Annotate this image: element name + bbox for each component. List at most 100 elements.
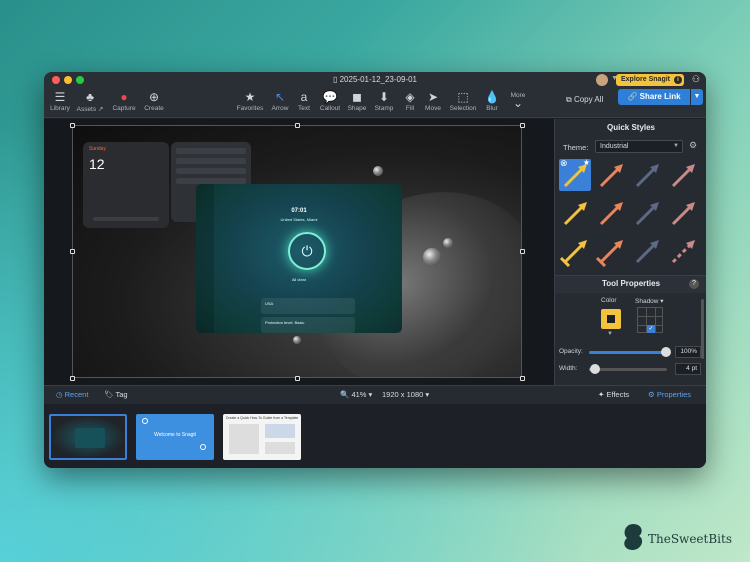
capture-button[interactable]: ● Capture <box>109 90 139 112</box>
opacity-field[interactable]: 100% <box>675 346 701 358</box>
recent-captures-tray: Welcome to Snagit Create a Quick How-To … <box>44 404 706 468</box>
theme-select[interactable]: Industrial ▼ <box>595 140 683 153</box>
copy-icon: ⧉ <box>566 95 574 104</box>
resize-handle[interactable] <box>520 376 525 381</box>
editor-canvas[interactable]: Sunday 12 07:01 United States, Miami ⏻ A… <box>44 119 554 385</box>
thumb-guide[interactable]: Create a Quick How-To Guide from a Templ… <box>223 414 301 460</box>
effects-button[interactable]: ✦ Effects <box>598 390 629 399</box>
widget-bar <box>93 217 159 221</box>
watermark-text: TheSweetBits <box>648 532 732 546</box>
vpn-sidebar <box>196 184 214 333</box>
capture-image[interactable]: Sunday 12 07:01 United States, Miami ⏻ A… <box>72 125 522 378</box>
favorite-style-icon[interactable]: ★ <box>583 159 590 167</box>
quick-styles-grid: ⊗ ★ <box>559 159 699 275</box>
quick-style-swatch[interactable] <box>595 159 627 191</box>
resize-handle[interactable] <box>520 123 525 128</box>
callout-tool[interactable]: 💬 Callout <box>315 90 345 112</box>
vpn-protection-card: Protection level: Basic <box>261 317 355 333</box>
water-drop <box>423 248 441 266</box>
title-bar: ▯ 2025-01-12_23-09-01 ▼ Explore Snagit i… <box>44 72 706 88</box>
color-swatch[interactable] <box>601 309 621 329</box>
help-icon[interactable]: ? <box>689 279 699 289</box>
resize-handle[interactable] <box>295 376 300 381</box>
share-dropdown-button[interactable]: ▼ <box>691 89 703 105</box>
thumb-welcome[interactable]: Welcome to Snagit <box>136 414 214 460</box>
quick-style-swatch[interactable] <box>595 235 627 268</box>
quick-style-swatch[interactable] <box>631 197 663 229</box>
explore-snagit-button[interactable]: Explore Snagit i <box>615 74 684 86</box>
water-drop <box>373 166 383 176</box>
copy-all-button[interactable]: ⧉ Copy All <box>566 95 603 105</box>
panel-scrollbar[interactable] <box>701 299 704 359</box>
resize-handle[interactable] <box>70 123 75 128</box>
connect-icon[interactable]: ⚇ <box>692 74 700 85</box>
vpn-app-window: 07:01 United States, Miami ⏻ All clear U… <box>196 184 402 333</box>
favorites-tool[interactable]: ★ Favorites <box>235 90 265 112</box>
dimensions-control[interactable]: 1920 x 1080 ▾ <box>382 390 429 399</box>
assets-button[interactable]: ♣ Assets ↗ <box>75 90 105 113</box>
opacity-slider[interactable] <box>589 351 667 354</box>
quick-style-swatch[interactable] <box>667 197 699 229</box>
resize-handle[interactable] <box>295 123 300 128</box>
gear-icon: ⚙ <box>648 390 657 399</box>
clock-icon: ◷ <box>56 390 65 399</box>
width-field[interactable]: 4 pt <box>675 363 701 375</box>
properties-button[interactable]: ⚙ Properties <box>648 390 691 399</box>
library-icon: ☰ <box>54 90 66 104</box>
opacity-slider-handle[interactable] <box>661 347 671 357</box>
zoom-control[interactable]: 🔍 41% ▾ <box>340 390 372 399</box>
width-slider-handle[interactable] <box>590 364 601 374</box>
more-tools-button[interactable]: More ⌄ <box>503 90 533 109</box>
pointer-icon: ➤ <box>427 90 439 104</box>
main-toolbar: ☰ Library ♣ Assets ↗ ● Capture ⊕ Create … <box>44 88 706 118</box>
resize-handle[interactable] <box>70 249 75 254</box>
thesweetbits-logo <box>624 524 643 550</box>
share-link-button[interactable]: 🔗 Share Link <box>618 89 690 105</box>
plus-circle-icon: ⊕ <box>148 90 160 104</box>
tag-icon: 🏷 <box>104 390 116 399</box>
thumb-vpn-capture[interactable] <box>49 414 127 460</box>
create-button[interactable]: ⊕ Create <box>139 90 169 112</box>
gear-icon[interactable]: ⚙ <box>689 140 697 151</box>
quick-style-swatch[interactable]: ⊗ ★ <box>559 159 591 191</box>
selection-tool[interactable]: ⬚ Selection <box>448 90 478 112</box>
quick-style-swatch[interactable] <box>595 197 627 229</box>
shape-tool[interactable]: ◼ Shape <box>342 90 372 112</box>
quick-style-swatch[interactable] <box>631 235 663 267</box>
remove-style-icon[interactable]: ⊗ <box>560 159 568 169</box>
vpn-country-card: USA <box>261 298 355 314</box>
recent-button[interactable]: ◷ Recent <box>56 390 88 399</box>
move-tool[interactable]: ➤ Move <box>418 90 448 112</box>
properties-panel: Quick Styles Theme: Industrial ▼ ⚙ ⊗ ★ To… <box>554 119 706 385</box>
width-slider[interactable] <box>589 368 667 371</box>
quick-style-swatch[interactable] <box>559 197 591 229</box>
water-drop <box>293 336 301 344</box>
quick-style-swatch[interactable] <box>667 159 699 191</box>
water-drop <box>443 238 453 248</box>
resize-handle[interactable] <box>520 249 525 254</box>
quick-style-swatch[interactable] <box>631 159 663 191</box>
calendar-widget: Sunday 12 <box>83 142 169 228</box>
bottom-bar: ◷ Recent 🏷 Tag 🔍 41% ▾ 1920 x 1080 ▾ ✦ E… <box>44 385 706 404</box>
document-icon: ▯ <box>332 75 340 84</box>
link-icon: 🔗 <box>627 92 640 101</box>
tag-button[interactable]: 🏷 Tag <box>104 390 128 399</box>
snagit-editor-window: ▯ 2025-01-12_23-09-01 ▼ Explore Snagit i… <box>44 72 706 468</box>
chevron-down-icon[interactable]: ▼ <box>607 331 613 337</box>
callout-icon: 💬 <box>322 90 338 104</box>
account-avatar[interactable] <box>596 74 608 86</box>
quick-style-swatch[interactable] <box>667 235 699 267</box>
checkmark-icon: ✓ <box>647 325 655 333</box>
quick-style-swatch[interactable] <box>559 235 591 268</box>
capture-record-icon: ● <box>120 90 128 104</box>
chevron-down-icon: ▼ <box>673 143 679 149</box>
library-button[interactable]: ☰ Library <box>45 90 75 112</box>
shadow-dropdown[interactable]: Shadow ▾ <box>635 297 664 305</box>
assets-icon: ♣ <box>86 90 94 104</box>
shape-icon: ◼ <box>352 90 362 104</box>
star-icon: ★ <box>244 90 256 104</box>
selection-icon: ⬚ <box>457 90 469 104</box>
resize-handle[interactable] <box>70 376 75 381</box>
info-icon: i <box>674 76 682 84</box>
chevron-down-icon: ⌄ <box>512 96 524 110</box>
